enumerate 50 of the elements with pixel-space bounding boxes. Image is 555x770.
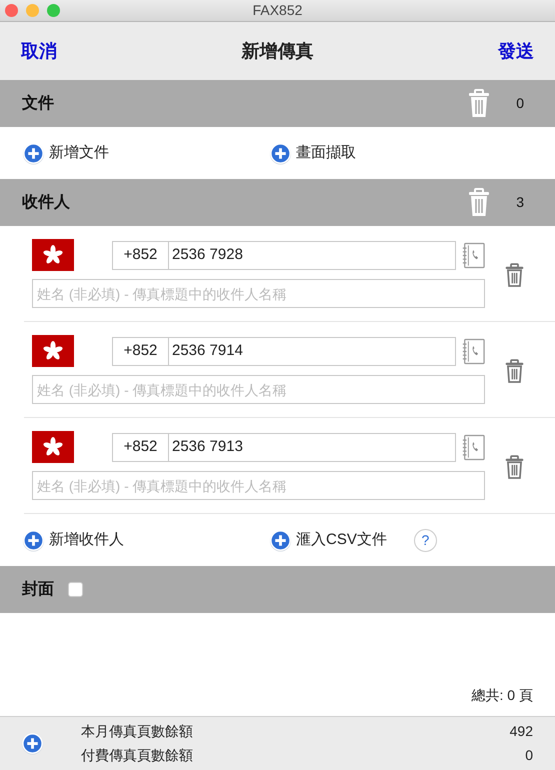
section-title: 封面 [22,580,54,600]
quota-label: 付費傳真頁數餘額 [81,746,193,765]
zoom-button[interactable] [47,4,60,17]
trash-icon[interactable] [504,263,525,288]
window-title: FAX852 [252,1,302,20]
add-button[interactable]: 新增文件 [22,142,269,164]
flag-icon [32,335,74,367]
close-button[interactable] [5,4,18,17]
add-button[interactable]: 新增收件人 [22,528,269,552]
section-title: 文件 [22,93,54,114]
fax-number: 2536 7913 [171,436,243,457]
trash-icon[interactable] [467,188,492,218]
plus-icon [22,528,45,552]
quota-value: 492 [510,722,533,741]
plus-icon [269,142,292,164]
address-book-icon[interactable] [461,338,485,364]
add-button[interactable]: 滙入CSV文件 [269,528,387,552]
flag-icon [32,431,74,463]
trash-icon[interactable] [467,88,492,118]
flag-icon [32,239,74,271]
section-title: 收件人 [22,192,70,212]
item-count: 0 [516,94,524,113]
plus-icon [22,142,45,164]
address-book-icon[interactable] [461,434,485,460]
quota-value: 0 [525,746,533,765]
item-count: 3 [516,193,524,212]
fax-number: 2536 7928 [171,244,243,265]
cancel-button[interactable]: 取消 [21,38,57,64]
country-code: +852 [113,242,169,268]
country-code: +852 [113,434,169,460]
trash-icon[interactable] [504,359,525,384]
trash-icon[interactable] [504,455,525,480]
phone-field[interactable]: +852 2536 7914 [112,336,456,366]
plus-icon[interactable] [21,732,44,755]
country-code: +852 [113,338,169,364]
plus-icon [269,528,292,552]
fax-number: 2536 7914 [171,340,243,361]
add-button[interactable]: 畫面擷取 [269,142,356,164]
page-title: 新增傳真 [242,40,314,62]
phone-field[interactable]: +852 2536 7913 [112,432,456,462]
help-button[interactable]: ? [414,528,437,552]
name-field[interactable]: 姓名 (非必填) - 傳真標題中的收件人名稱 [32,471,485,500]
quota-label: 本月傳真頁數餘額 [81,722,193,741]
send-button[interactable]: 發送 [498,38,534,64]
page-total: 總共: 0 頁 [472,686,533,705]
address-book-icon[interactable] [461,242,485,268]
name-field[interactable]: 姓名 (非必填) - 傳真標題中的收件人名稱 [32,279,485,308]
phone-field[interactable]: +852 2536 7928 [112,240,456,270]
cover-checkbox[interactable] [68,582,83,597]
name-field[interactable]: 姓名 (非必填) - 傳真標題中的收件人名稱 [32,375,485,404]
